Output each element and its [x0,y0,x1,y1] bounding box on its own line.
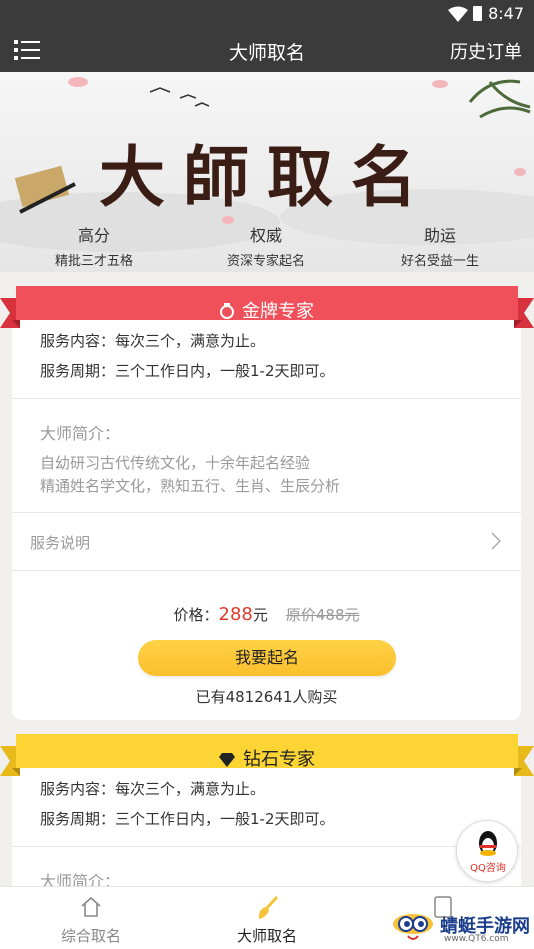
divider [12,846,521,847]
ribbon-title: 钻石专家 [243,749,315,770]
qq-penguin-icon [479,831,497,856]
banner-feature-1: 高分 精批三才五格 [54,226,133,269]
divider [12,570,521,571]
intro-line: 精通姓名学文化，熟知五行、生肖、生辰分析 [40,477,341,495]
banner-feature-3: 助运 好名受益一生 [400,226,479,269]
app-header: 大师取名 历史订单 [0,28,534,72]
home-icon [81,896,101,917]
status-time: 8:47 [488,4,524,23]
intro-line: 自幼研习古代传统文化，十余年起名经验 [40,454,311,472]
service-period: 服务周期：三个工作日内，一般1-2天即可。 [40,810,335,828]
original-price: 原价488元 [285,606,360,624]
qq-label: QQ咨询 [470,863,506,874]
tab-label: 大师取名 [236,927,297,945]
service-note-link[interactable]: 服务说明 [30,532,90,553]
wifi-icon [448,6,468,22]
medal-icon [220,303,234,319]
service-period: 服务周期：三个工作日内，一般1-2天即可。 [40,362,335,380]
chevron-right-icon[interactable] [491,532,501,550]
price-row: 价格：288元 原价488元 [12,604,521,625]
history-orders-button[interactable]: 历史订单 [450,38,522,64]
service-content: 服务内容：每次三个，满意为止。 [40,332,266,350]
status-bar: 8:47 [0,0,534,28]
price-label: 价格： [173,606,219,624]
battery-icon [473,6,482,21]
price-value: 288 [218,604,253,625]
tab-master-naming[interactable]: 大师取名 [178,887,356,949]
name-me-button[interactable]: 我要起名 [138,640,396,676]
sold-count: 已有4812641人购买 [195,688,338,706]
qq-consult-button[interactable]: QQ咨询 [456,820,518,882]
dragonfly-logo-icon [393,914,433,940]
ribbon-title: 金牌专家 [242,301,314,322]
diamond-ribbon: 钻石专家 [0,734,534,778]
service-content: 服务内容：每次三个，满意为止。 [40,780,266,798]
brush-icon [258,895,279,919]
diamond-icon [219,753,235,767]
divider [12,512,521,513]
gold-expert-card: 服务内容：每次三个，满意为止。 服务周期：三个工作日内，一般1-2天即可。 大师… [12,300,521,720]
banner: 大師取名 高分 精批三才五格 权威 资深专家起名 助运 好名受益一生 [0,72,534,272]
banner-feature-2: 权威 资深专家起名 [226,226,305,269]
divider [12,398,521,399]
price-unit: 元 [252,606,268,624]
gold-ribbon: 金牌专家 [0,286,534,330]
banner-title: 大師取名 [99,138,435,216]
watermark-url: www.QT6.com [444,934,509,944]
watermark: 蜻蜓手游网 www.QT6.com [388,900,534,949]
tab-general-naming[interactable]: 综合取名 [2,887,180,949]
intro-title: 大师简介： [40,424,121,443]
tab-label: 综合取名 [60,927,121,945]
